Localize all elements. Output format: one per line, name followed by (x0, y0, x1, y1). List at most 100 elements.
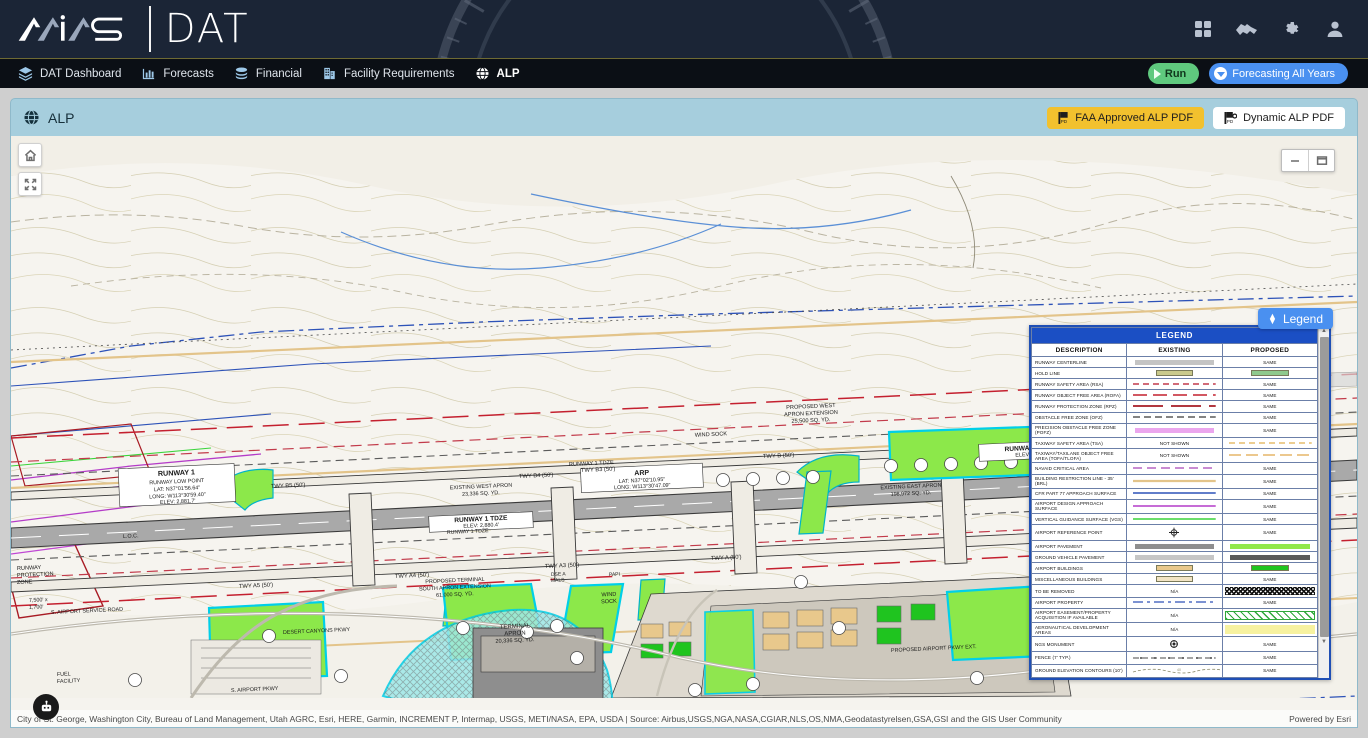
legend-swatch-text: SAME (1263, 392, 1277, 398)
legend-row-proposed: SAME (1221, 651, 1318, 665)
legend-row-existing (1126, 356, 1223, 368)
legend-swatch-text: SAME (1263, 668, 1277, 674)
home-extent-button[interactable] (18, 143, 42, 167)
page-title: ALP (23, 109, 74, 126)
legend-row-proposed: SAME (1221, 411, 1318, 424)
legend-row-proposed (1221, 584, 1318, 598)
nav-item-label: Facility Requirements (343, 67, 455, 80)
legend-swatch-text: SAME (1263, 655, 1277, 661)
legend-scrollbar[interactable]: ▲ ▼ (1318, 327, 1329, 678)
legend-row-existing (1126, 498, 1223, 515)
legend-row-description: RUNWAY PROTECTION ZONE (RPZ) (1031, 400, 1128, 413)
legend-swatch-checker (1224, 587, 1315, 596)
legend-row-proposed: SAME (1221, 498, 1318, 515)
legend-row: AIRPORT PAVEMENT (1031, 540, 1318, 553)
legend-row-existing (1126, 462, 1223, 475)
legend-row-description: RUNWAY CENTERLINE (1031, 356, 1128, 368)
legend-row: CFR PART 77 APPROACH SURFACE SAME (1031, 487, 1318, 500)
legend-title: LEGEND (1031, 327, 1318, 344)
handshake-icon[interactable] (1234, 16, 1260, 42)
full-extent-button[interactable] (18, 172, 42, 196)
legend-column-header-1: EXISTING (1126, 343, 1223, 357)
alp-map[interactable]: RUNWAY 1 RUNWAY LOW POINT LAT: N37°01'56… (11, 136, 1357, 727)
legend-swatch-text: SAME (1263, 600, 1277, 606)
panel-header: ALP PD FAA Approved ALP PDF PD Dynamic A… (11, 99, 1357, 136)
legend-swatch-hatch (1224, 610, 1315, 620)
legend-row-description: RUNWAY OBJECT FREE AREA (ROFA) (1031, 389, 1128, 402)
arp-crosshair-icon (1169, 527, 1180, 538)
nav-item-financial[interactable]: Financial (230, 59, 318, 88)
legend-swatch-text: SAME (1263, 503, 1277, 509)
scrollbar-thumb[interactable] (1319, 337, 1329, 637)
legend-swatch-text: NOT SHOWN (1159, 440, 1190, 446)
legend-row: RUNWAY CENTERLINE SAME (1031, 356, 1318, 368)
brand-logo[interactable]: DAT (0, 6, 250, 52)
legend-row: RUNWAY PROTECTION ZONE (RPZ) SAME (1031, 400, 1318, 413)
legend-toggle-button[interactable]: ▲ ▼ Legend (1258, 308, 1333, 329)
legend-row-existing (1126, 377, 1223, 391)
minimize-button[interactable] (1282, 150, 1308, 171)
forecast-scope-button[interactable]: Forecasting All Years (1209, 63, 1348, 84)
nav-item-label: DAT Dashboard (40, 67, 122, 80)
legend-row-proposed: SAME (1221, 513, 1318, 526)
legend-swatch-chip (1155, 370, 1194, 376)
robot-assistant-badge[interactable] (33, 694, 59, 720)
legend-row-proposed: SAME (1221, 356, 1318, 368)
legend-swatch-band (1230, 555, 1310, 561)
updown-arrows-icon: ▲ ▼ (1268, 310, 1277, 326)
legend-swatch-dash (1133, 382, 1217, 385)
legend-row-proposed: SAME (1221, 487, 1318, 500)
legend-table: LEGEND DESCRIPTION EXISTING PROPOSED RUNWAY … (1031, 327, 1318, 678)
legend-swatch-text: SAME (1263, 403, 1277, 409)
legend-swatch-line (1133, 505, 1217, 507)
legend-swatch-line (1133, 517, 1217, 520)
legend-swatch-text: SAME (1263, 478, 1277, 484)
legend-row: HOLD LINE (1031, 367, 1318, 379)
legend-row-proposed (1221, 448, 1318, 464)
legend-swatch-fence (1133, 656, 1241, 659)
legend-row: PRECISION OBSTACLE FREE ZONE (POFZ) SAME (1031, 422, 1318, 438)
legend-row: TAXIWAY/TAXILANE OBJECT FREE AREA (TOFA/… (1031, 448, 1318, 464)
navbar-actions: Run Forecasting All Years (1147, 63, 1368, 84)
scroll-down-icon[interactable]: ▼ (1321, 638, 1327, 647)
legend-row: TAXIWAY SAFETY AREA (TSA) NOT SHOWN (1031, 436, 1318, 450)
faa-approved-alp-pdf-button[interactable]: PD FAA Approved ALP PDF (1047, 106, 1205, 129)
legend-row: VERTICAL GUIDANCE SURFACE (VGS) SAME (1031, 513, 1318, 526)
gear-icon[interactable] (1278, 16, 1304, 42)
legend-row-description: AIRPORT PAVEMENT (1031, 540, 1128, 553)
legend-row-existing (1126, 636, 1223, 653)
dynamic-alp-pdf-button[interactable]: PD Dynamic ALP PDF (1213, 106, 1345, 129)
legend-row-description: AIRPORT PROPERTY (1031, 596, 1128, 609)
apps-grid-icon[interactable] (1190, 16, 1216, 42)
legend-row-description: CFR PART 77 APPROACH SURFACE (1031, 487, 1128, 500)
user-avatar-icon[interactable] (1322, 16, 1348, 42)
legend-row-existing (1126, 596, 1223, 609)
legend-row-existing: 40 (1126, 663, 1232, 678)
legend-row-proposed (1221, 562, 1318, 575)
legend-row-description: TAXIWAY/TAXILANE OBJECT FREE AREA (TOFA/… (1031, 448, 1128, 464)
run-button[interactable]: Run (1147, 63, 1200, 84)
chevron-down-icon (1214, 67, 1228, 80)
legend-row-description: AIRPORT EASEMENT/PROPERTY ACQUISITION IF… (1031, 607, 1128, 624)
legend-swatch-band (1134, 427, 1215, 433)
legend-row: OBSTACLE FREE ZONE (OFZ) SAME (1031, 411, 1318, 424)
nav-item-dat-dashboard[interactable]: DAT Dashboard (14, 59, 137, 88)
legend-toggle-label: Legend (1282, 311, 1323, 326)
legend-swatch-text: SAME (1263, 576, 1277, 582)
nav-item-facility-requirements[interactable]: Facility Requirements (318, 59, 471, 88)
legend-panel[interactable]: LEGEND DESCRIPTION EXISTING PROPOSED RUNWAY … (1029, 325, 1331, 680)
legend-row-description: PRECISION OBSTACLE FREE ZONE (POFZ) (1031, 422, 1128, 438)
legend-row-description: AIRPORT BUILDINGS (1031, 562, 1128, 575)
nav-item-forecasts[interactable]: Forecasts (137, 59, 230, 88)
legend-row: GROUND VEHICLE PAVEMENT (1031, 551, 1318, 564)
legend-row-existing (1126, 411, 1223, 424)
globe-icon (475, 66, 490, 81)
legend-swatch-dash (1228, 441, 1312, 444)
legend-row-existing (1126, 551, 1223, 564)
legend-row-description: NGS MONUMENT (1031, 636, 1128, 653)
legend-swatch-band (1224, 625, 1315, 635)
nav-item-alp[interactable]: ALP (471, 59, 536, 88)
legend-row-existing (1126, 540, 1223, 553)
restore-button[interactable] (1308, 150, 1334, 171)
legend-swatch-dash (1228, 454, 1312, 456)
